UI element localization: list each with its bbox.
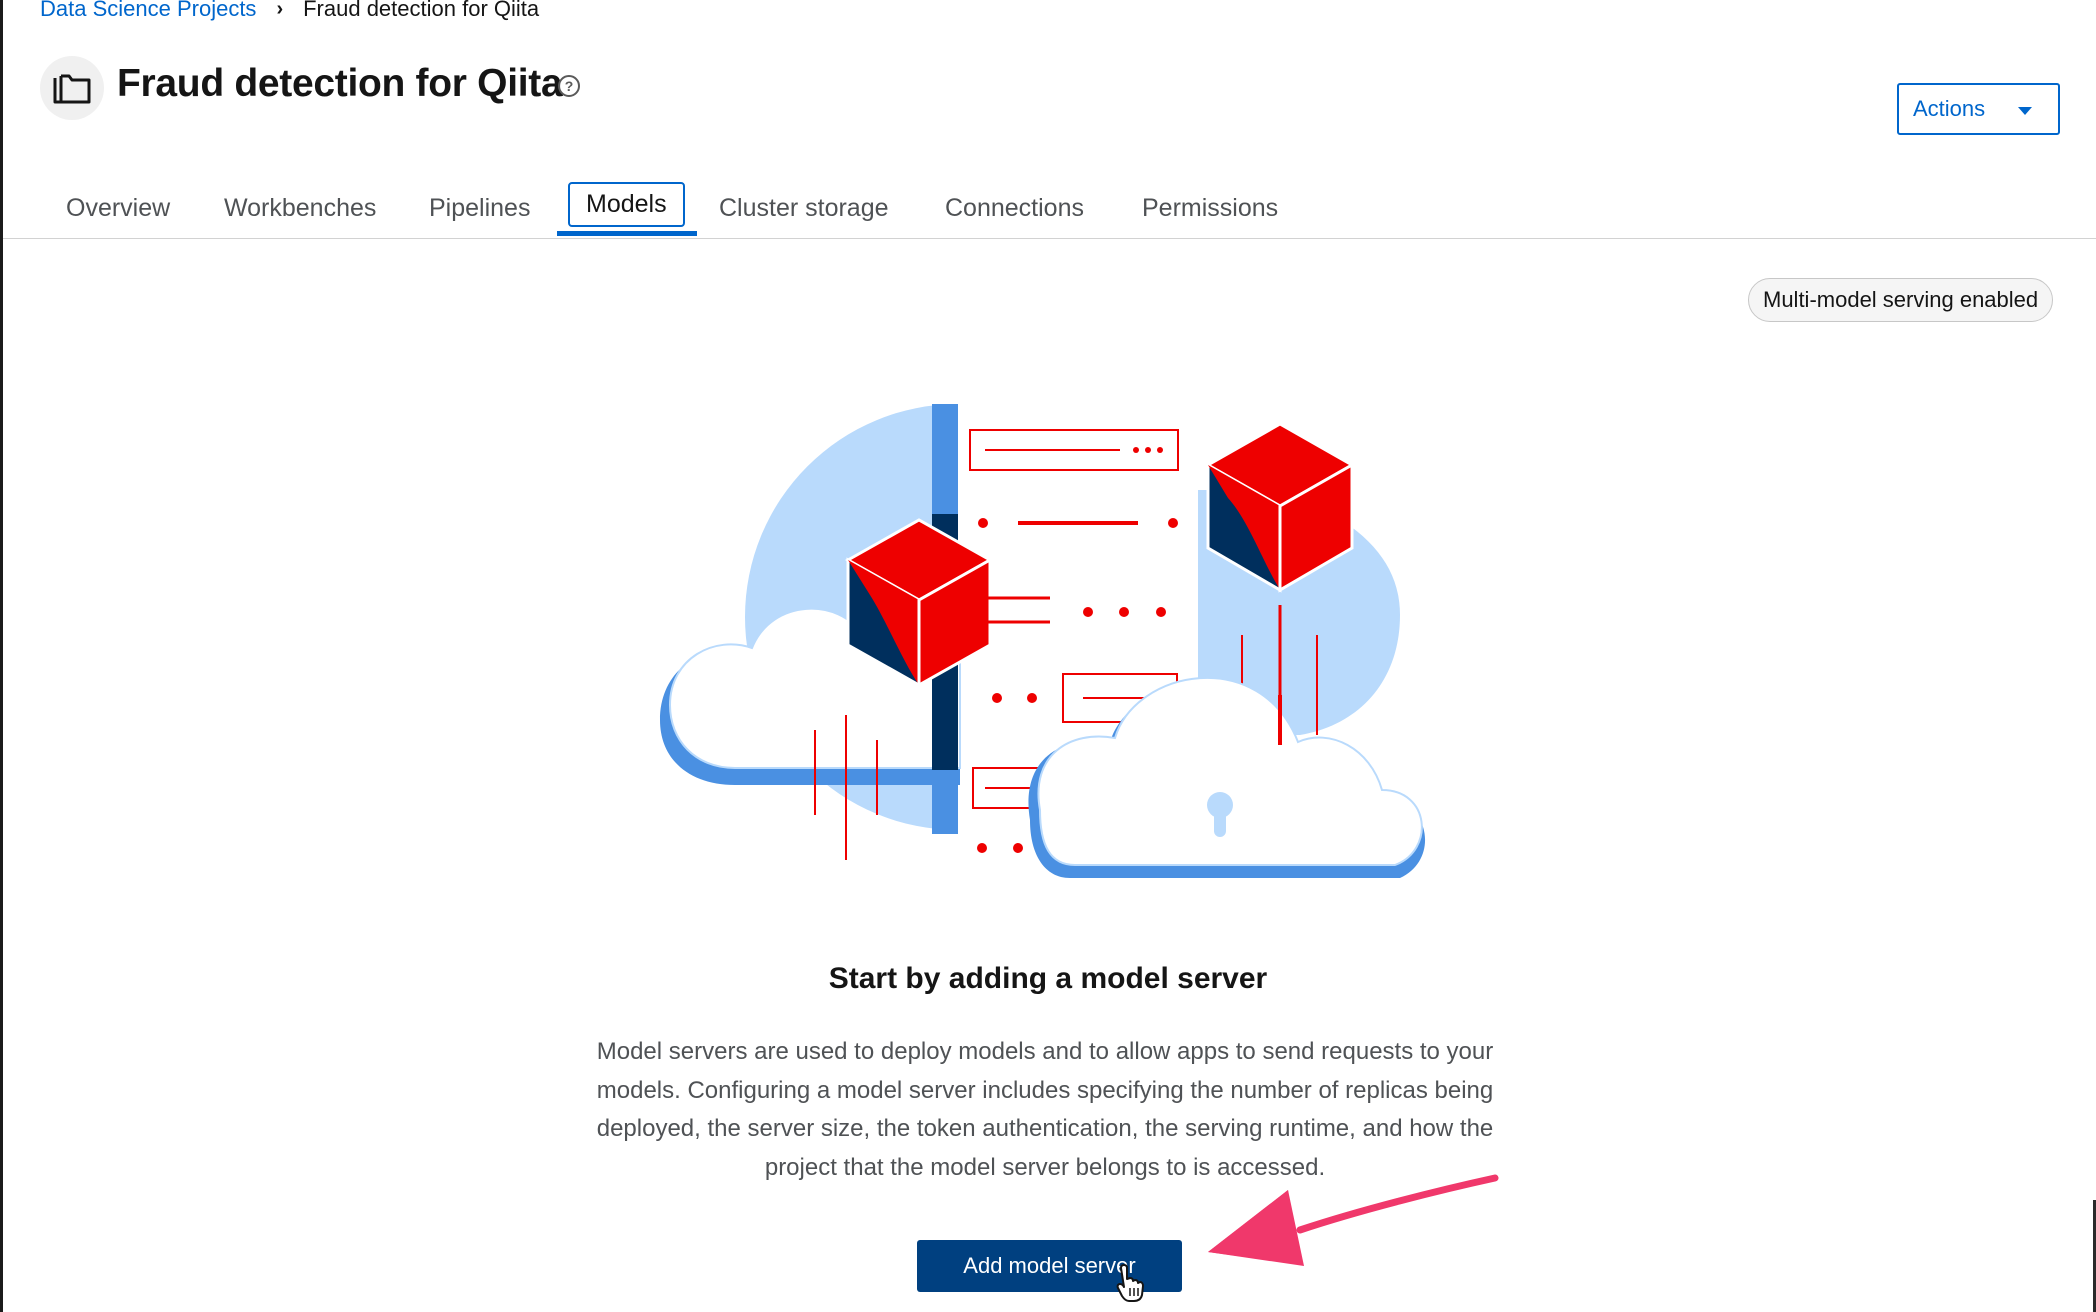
tab-label: Pipelines bbox=[429, 193, 531, 222]
tab-permissions[interactable]: Permissions bbox=[1142, 178, 1278, 238]
tab-pipelines[interactable]: Pipelines bbox=[429, 178, 530, 238]
page-title: Fraud detection for Qiita bbox=[117, 62, 563, 105]
caret-down-icon bbox=[2018, 107, 2032, 115]
empty-state-title: Start by adding a model server bbox=[828, 962, 1268, 995]
project-folder-icon bbox=[40, 56, 104, 120]
tab-label: Workbenches bbox=[224, 193, 377, 222]
help-icon[interactable]: ? bbox=[558, 75, 580, 97]
tab-label: Models bbox=[568, 181, 685, 227]
tab-models[interactable]: Models bbox=[568, 178, 685, 238]
tab-label: Connections bbox=[945, 193, 1084, 222]
annotation-arrow-icon bbox=[1208, 1174, 1499, 1266]
project-tabs: Overview Workbenches Pipelines Models Cl… bbox=[3, 178, 2096, 239]
serving-mode-badge: Multi-model serving enabled bbox=[1748, 278, 2054, 322]
empty-state-body: Model servers are used to deploy models … bbox=[596, 1038, 1494, 1181]
tab-label: Cluster storage bbox=[719, 193, 889, 222]
breadcrumb-link-projects[interactable]: Data Science Projects bbox=[40, 0, 256, 22]
tab-overview[interactable]: Overview bbox=[66, 178, 170, 238]
chevron-right-icon: › bbox=[276, 0, 284, 20]
tab-label: Overview bbox=[66, 193, 171, 222]
actions-dropdown-button[interactable]: Actions bbox=[1897, 83, 2060, 135]
active-tab-indicator bbox=[557, 231, 697, 236]
actions-label: Actions bbox=[1913, 96, 1986, 121]
tab-cluster-storage[interactable]: Cluster storage bbox=[719, 178, 889, 238]
tab-label: Permissions bbox=[1142, 193, 1279, 222]
tab-connections[interactable]: Connections bbox=[945, 178, 1084, 238]
tab-workbenches[interactable]: Workbenches bbox=[224, 178, 376, 238]
breadcrumb-current: Fraud detection for Qiita bbox=[303, 0, 540, 21]
hand-pointer-icon bbox=[1116, 1264, 1144, 1302]
breadcrumb: Data Science Projects › Fraud detection … bbox=[40, 0, 539, 22]
model-server-illustration bbox=[660, 404, 1426, 878]
